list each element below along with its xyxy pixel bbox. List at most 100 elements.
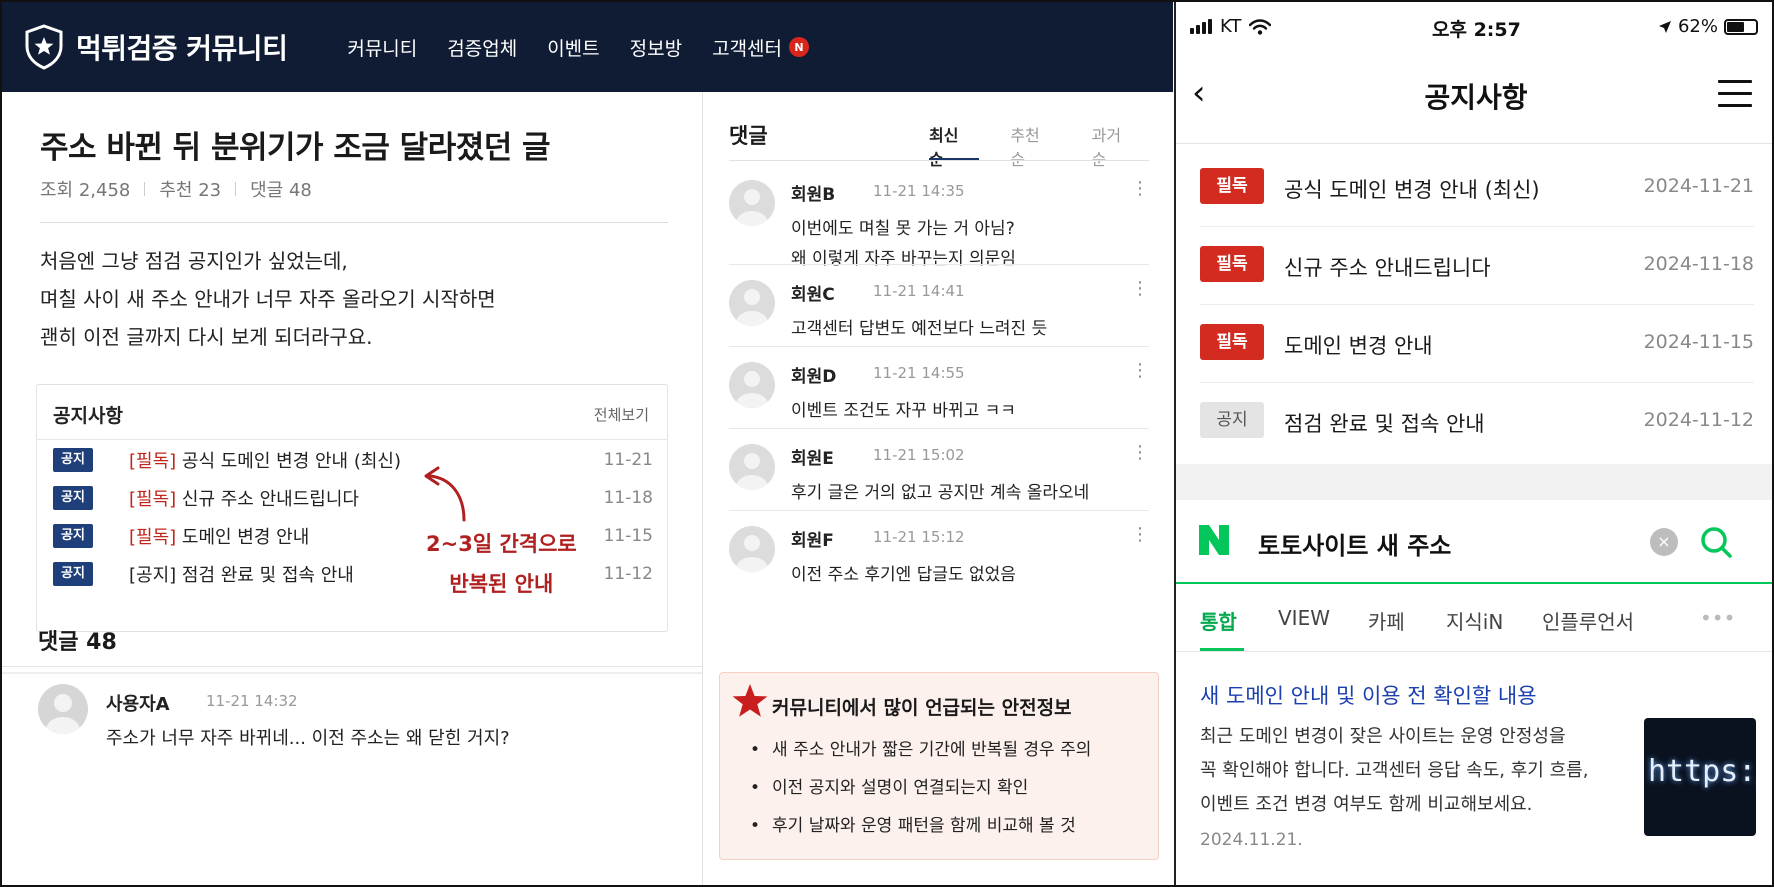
clear-icon[interactable]: ×: [1650, 528, 1678, 556]
notice-title: 공식 도메인 변경 안내 (최신): [1284, 178, 1540, 202]
notice-text: 도메인 변경 안내: [181, 527, 310, 548]
notice-tag: 공지: [53, 448, 93, 472]
post-body: 처음엔 그냥 점검 공지인가 싶었는데, 며칠 사이 새 주소 안내가 너무 자…: [40, 242, 496, 356]
avatar: [729, 280, 775, 326]
tab-recommended[interactable]: 추천순: [1010, 122, 1053, 170]
comment-text: 주소가 너무 자주 바뀌네... 이전 주소는 왜 닫힌 거지?: [106, 728, 510, 749]
more-tabs-icon[interactable]: •••: [1700, 606, 1735, 630]
nav-info[interactable]: 정보방: [630, 34, 682, 61]
notice-tag: 공지: [53, 562, 93, 586]
comment-line: 왜 이렇게 자주 바꾸는지 의문임: [791, 249, 1016, 269]
top-navigation: 먹튀검증 커뮤니티 커뮤니티 검증업체 이벤트 정보방 고객센터 N: [2, 2, 1173, 92]
result-description: 최근 도메인 변경이 잦은 사이트는 운영 안정성을 꼭 확인해야 합니다. 고…: [1200, 720, 1600, 822]
comment-time: 11-21 14:32: [206, 692, 298, 710]
notice-badge: 공지: [1200, 402, 1264, 438]
notice-item[interactable]: 필독 공식 도메인 변경 안내 (최신) 2024-11-21: [1200, 148, 1754, 226]
result-desc-line: 이벤트 조건 변경 여부도 함께 비교해보세요.: [1200, 794, 1533, 815]
tab-oldest[interactable]: 과거순: [1092, 122, 1135, 170]
notice-item[interactable]: 필독 신규 주소 안내드립니다 2024-11-18: [1200, 226, 1754, 304]
search-input[interactable]: 토토사이트 새 주소: [1258, 526, 1451, 561]
comment-time: 11-21 14:41: [873, 282, 965, 300]
avatar: [729, 526, 775, 572]
star-icon: [732, 684, 768, 717]
notice-title: [필독] 신규 주소 안내드립니다: [129, 485, 359, 511]
more-options-icon[interactable]: ⋮: [1131, 280, 1149, 298]
like-count: 추천 23: [159, 180, 222, 201]
view-count: 조회 2,458: [40, 180, 131, 201]
nav-customer-center[interactable]: 고객센터 N: [712, 34, 810, 61]
post-column: 주소 바뀐 뒤 분위기가 조금 달라졌던 글 조회 2,458 추천 23 댓글…: [2, 92, 702, 885]
phone-screen: KT 오후 2:57 62% ‹ 공지사항 필독 공식 도메인 변경 안내 (최…: [1174, 2, 1772, 885]
handwritten-annotation: 2~3일 간격으로 반복된 안내: [426, 524, 577, 604]
comment-author: 회원F: [791, 531, 834, 551]
avatar: [729, 444, 775, 490]
notice-row[interactable]: 공지 [필독] 신규 주소 안내드립니다 11-18: [53, 483, 653, 513]
comment-text: 후기 글은 거의 없고 공지만 계속 올라오네: [791, 483, 1090, 503]
more-options-icon[interactable]: ⋮: [1131, 526, 1149, 544]
safety-info-box: 커뮤니티에서 많이 언급되는 안전정보 새 주소 안내가 짧은 기간에 반복될 …: [719, 672, 1159, 860]
more-options-icon[interactable]: ⋮: [1131, 362, 1149, 380]
tab-latest[interactable]: 최신순: [929, 122, 972, 170]
result-thumbnail[interactable]: https://: [1644, 718, 1756, 836]
more-options-icon[interactable]: ⋮: [1131, 444, 1149, 462]
community-page: 먹튀검증 커뮤니티 커뮤니티 검증업체 이벤트 정보방 고객센터 N 주소 바뀐…: [2, 2, 1173, 885]
status-bar: KT 오후 2:57 62%: [1176, 2, 1772, 52]
avatar: [38, 684, 88, 734]
notice-date: 11-18: [603, 488, 653, 508]
comments-title: 댓글: [729, 124, 768, 148]
tab-view[interactable]: VIEW: [1278, 606, 1330, 630]
composite-screenshot: 먹튀검증 커뮤니티 커뮤니티 검증업체 이벤트 정보방 고객센터 N 주소 바뀐…: [0, 0, 1774, 887]
tab-integrated[interactable]: 통합: [1200, 606, 1237, 635]
notice-text: 신규 주소 안내드립니다: [181, 489, 359, 510]
location-icon: [1658, 20, 1671, 33]
comment-author: 회원E: [791, 449, 834, 469]
comment-time: 11-21 15:02: [873, 446, 965, 464]
notice-item[interactable]: 필독 도메인 변경 안내 2024-11-15: [1200, 304, 1754, 382]
safety-title: 커뮤니티에서 많이 언급되는 안전정보: [772, 697, 1072, 719]
nav-verified-sites[interactable]: 검증업체: [447, 34, 517, 61]
notice-date: 11-12: [603, 564, 653, 584]
site-logo[interactable]: 먹튀검증 커뮤니티: [24, 24, 288, 70]
notice-prefix: [필독]: [129, 527, 177, 548]
search-tabs: 통합 VIEW 카페 지식iN 인플루언서 •••: [1176, 586, 1772, 652]
safety-list: 새 주소 안내가 짧은 기간에 반복될 경우 주의 이전 공지와 설명이 연결되…: [750, 731, 1091, 845]
result-date: 2024.11.21.: [1200, 830, 1303, 850]
tab-cafe[interactable]: 카페: [1368, 606, 1405, 635]
tab-kin[interactable]: 지식iN: [1446, 606, 1503, 635]
comments-section-title: 댓글 48: [38, 630, 117, 655]
post-body-line: 며칠 사이 새 주소 안내가 너무 자주 올라오기 시작하면: [40, 287, 496, 311]
nav-community[interactable]: 커뮤니티: [347, 34, 417, 61]
comment-time: 11-21 14:55: [873, 364, 965, 382]
notice-box-title: 공지사항: [53, 405, 123, 427]
comment-text: 이전 주소 후기엔 답글도 없었음: [791, 565, 1016, 585]
divider: [40, 222, 668, 223]
notice-title: [필독] 도메인 변경 안내: [129, 523, 309, 549]
comment-count: 댓글 48: [250, 180, 312, 201]
post-body-line: 처음엔 그냥 점검 공지인가 싶었는데,: [40, 249, 348, 273]
comment-author: 사용자A: [106, 694, 170, 715]
notice-tag: 공지: [53, 486, 93, 510]
tab-influencer[interactable]: 인플루언서: [1542, 606, 1634, 635]
result-title-link[interactable]: 새 도메인 안내 및 이용 전 확인할 내용: [1200, 680, 1537, 710]
search-icon[interactable]: [1696, 522, 1736, 562]
site-name: 먹튀검증 커뮤니티: [76, 32, 288, 65]
comment-text: 이벤트 조건도 자꾸 바뀌고 ㅋㅋ: [791, 401, 1016, 421]
nav-events[interactable]: 이벤트: [547, 34, 599, 61]
safety-item: 새 주소 안내가 짧은 기간에 반복될 경우 주의: [750, 731, 1091, 769]
must-read-badge: 필독: [1200, 168, 1264, 204]
notice-row[interactable]: 공지 [필독] 공식 도메인 변경 안내 (최신) 11-21: [53, 445, 653, 475]
naver-logo-icon[interactable]: [1196, 522, 1232, 558]
notice-date: 2024-11-15: [1643, 331, 1754, 353]
annotation-arrow-icon: [424, 466, 466, 522]
view-all-link[interactable]: 전체보기: [594, 404, 649, 425]
hamburger-menu-icon[interactable]: [1718, 80, 1752, 108]
comments-panel: 댓글 최신순 추천순 과거순 회원B 11-21 14:35 ⋮ 이번에도 며칠…: [703, 92, 1173, 885]
notice-date: 11-21: [603, 450, 653, 470]
comment-time: 11-21 15:12: [873, 528, 965, 546]
more-options-icon[interactable]: ⋮: [1131, 180, 1149, 198]
comment-line: 이번에도 며칠 못 가는 거 아님?: [791, 219, 1015, 239]
shield-star-icon: [25, 24, 63, 70]
comment-author: 회원C: [791, 285, 835, 305]
post-meta: 조회 2,458 추천 23 댓글 48: [40, 176, 312, 202]
notice-item[interactable]: 공지 점검 완료 및 접속 안내 2024-11-12: [1200, 382, 1754, 460]
